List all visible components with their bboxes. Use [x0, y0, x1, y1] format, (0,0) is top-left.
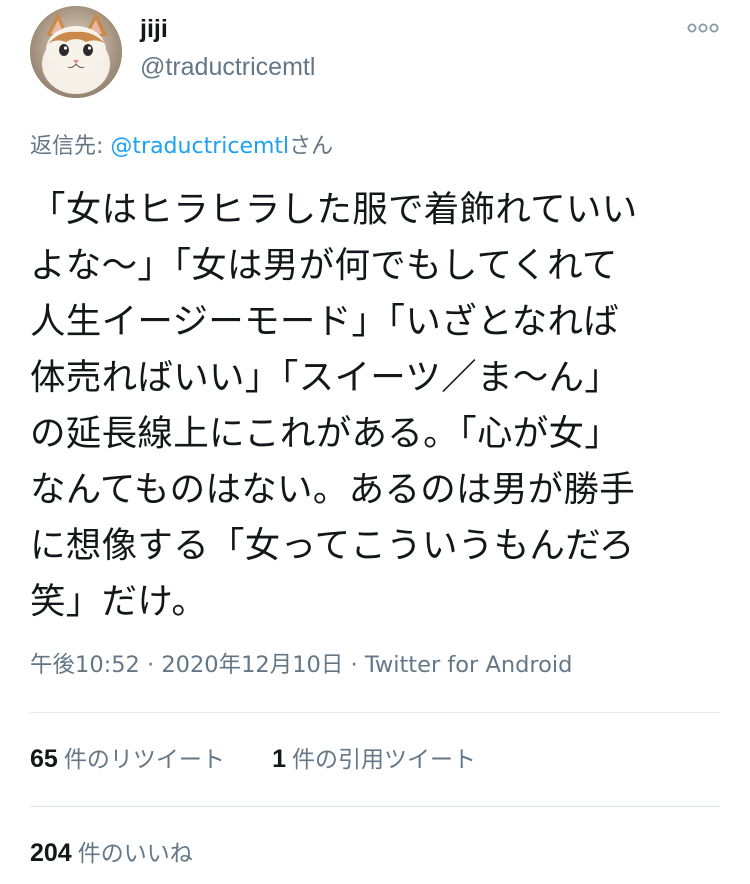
user-handle[interactable]: @traductricemtl — [140, 52, 315, 82]
likes-count: 204 — [30, 839, 72, 867]
reply-to-mention-link[interactable]: @traductricemtl — [110, 134, 289, 159]
likes-stat[interactable]: 204 件のいいね — [30, 838, 193, 869]
tweet-line: 人生イージーモード」「いざとなれば — [30, 301, 620, 342]
tweet-date[interactable]: 2020年12月10日 — [161, 652, 343, 678]
reply-to-suffix: さん — [289, 134, 334, 159]
more-options-icon[interactable] — [686, 18, 720, 38]
display-name[interactable]: jiji — [140, 14, 168, 44]
quotes-label: 件の引用ツイート — [292, 747, 477, 773]
cat-avatar-icon — [30, 6, 122, 98]
tweet-time[interactable]: 午後10:52 — [30, 652, 140, 678]
likes-label: 件のいいね — [77, 841, 193, 867]
retweets-label: 件のリツイート — [63, 747, 225, 773]
tweet-line: なんてものはない。あるのは男が勝手 — [30, 469, 636, 510]
divider — [30, 806, 720, 807]
tweet-line: 笑」だけ。 — [30, 581, 208, 622]
quotes-count: 1 — [272, 745, 287, 773]
tweet-line: 体売ればいい」「スイーツ／ま〜ん」 — [30, 357, 621, 398]
tweet-meta: 午後10:52 · 2020年12月10日 · Twitter for Andr… — [30, 650, 572, 680]
reply-to-prefix: 返信先: — [30, 134, 111, 159]
tweet-line: の延長線上にこれがある。「心が女」 — [30, 413, 621, 454]
stats-row-likes: 204 件のいいね — [30, 838, 193, 869]
meta-separator: · — [139, 652, 162, 678]
tweet-text: 「女はヒラヒラした服で着飾れていい よな〜」「女は男が何でもしてくれて 人生イー… — [30, 182, 720, 630]
source-app-link[interactable]: Twitter for Android — [365, 652, 573, 678]
retweets-count: 65 — [30, 745, 58, 773]
tweet-line: 「女はヒラヒラした服で着飾れていい — [30, 189, 638, 230]
quotes-stat[interactable]: 1 件の引用ツイート — [272, 744, 476, 775]
meta-separator: · — [343, 652, 365, 678]
divider — [30, 712, 720, 713]
reply-to-line: 返信先: @traductricemtlさん — [30, 132, 333, 162]
tweet-line: よな〜」「女は男が何でもしてくれて — [30, 245, 618, 286]
avatar[interactable] — [30, 6, 122, 98]
stats-row-retweets: 65 件のリツイート 1 件の引用ツイート — [30, 744, 476, 775]
tweet-line: に想像する「女ってこういうもんだろ — [30, 525, 635, 566]
retweets-stat[interactable]: 65 件のリツイート — [30, 744, 225, 775]
